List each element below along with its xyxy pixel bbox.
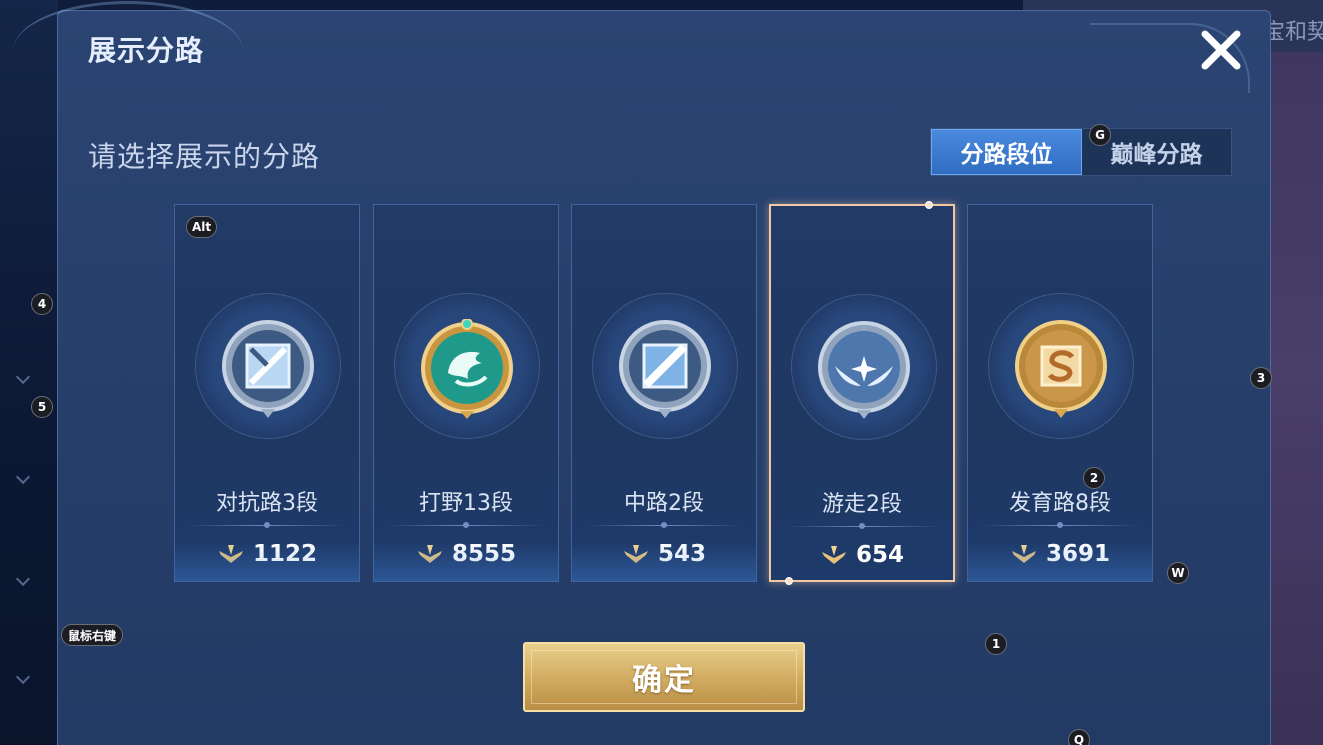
chevron-down-icon[interactable]	[14, 470, 32, 488]
card-score-value: 654	[855, 542, 904, 568]
key-hint-right-click: 鼠标右键	[61, 624, 124, 646]
chevron-down-icon[interactable]	[14, 370, 32, 388]
card-bottom-glow	[572, 541, 756, 581]
tab-lane-rank[interactable]: 分路段位	[931, 129, 1082, 175]
key-hint-g: G	[1089, 124, 1111, 146]
lane-card-roam[interactable]: 游走2段 654	[769, 201, 955, 585]
lane-card-clash[interactable]: 对抗路3段 1122	[174, 204, 360, 582]
card-lane-label: 中路2段	[624, 491, 704, 516]
rank-score-icon	[821, 546, 846, 564]
close-button[interactable]	[1196, 25, 1246, 75]
key-hint-2: 2	[1083, 467, 1105, 489]
card-score: 654	[771, 542, 953, 568]
card-lane-label: 发育路8段	[1009, 491, 1111, 516]
card-lane-label: 对抗路3段	[216, 491, 318, 516]
card-bottom-glow	[175, 541, 359, 581]
close-x-icon	[1201, 30, 1241, 70]
confirm-button[interactable]: 确定	[523, 642, 805, 712]
card-divider	[785, 523, 939, 529]
chevron-down-icon[interactable]	[14, 670, 32, 688]
key-hint-4: 4	[31, 293, 53, 315]
key-hint-alt: Alt	[186, 216, 218, 238]
jungle-dragon-gold-icon	[421, 319, 513, 419]
key-hint-w: W	[1167, 562, 1189, 584]
card-bottom-glow	[968, 541, 1152, 581]
key-hint-q: Q	[1068, 729, 1090, 745]
key-hint-1: 1	[985, 633, 1007, 655]
lane-card-mid[interactable]: 中路2段 543	[571, 204, 757, 582]
background-top-right-text: 宝和契	[1263, 20, 1323, 45]
card-divider	[388, 522, 544, 528]
roam-wings-silver-icon	[818, 321, 910, 419]
card-lane-label: 打野13段	[419, 491, 513, 516]
selection-corner-dot	[785, 577, 793, 585]
card-divider	[982, 522, 1138, 528]
selection-corner-dot	[925, 201, 933, 209]
farm-lane-gold-icon	[1015, 320, 1107, 418]
lane-tabs: 分路段位 巅峰分路	[930, 128, 1232, 176]
card-divider	[189, 522, 345, 528]
card-divider	[586, 522, 742, 528]
chevron-down-icon[interactable]	[14, 572, 32, 590]
key-hint-3: 3	[1250, 367, 1272, 389]
card-bottom-glow	[374, 541, 558, 581]
dialog-title: 展示分路	[88, 34, 205, 67]
lane-card-farm[interactable]: 发育路8段 3691	[967, 204, 1153, 582]
lane-card-jungle[interactable]: 打野13段 8555	[373, 204, 559, 582]
clash-lane-silver-icon	[222, 320, 314, 418]
background-right-panel	[1268, 0, 1323, 745]
mid-lane-silver-icon	[619, 320, 711, 418]
dialog-subtitle: 请选择展示的分路	[88, 140, 321, 173]
card-lane-label: 游走2段	[822, 492, 902, 517]
key-hint-5: 5	[31, 396, 53, 418]
